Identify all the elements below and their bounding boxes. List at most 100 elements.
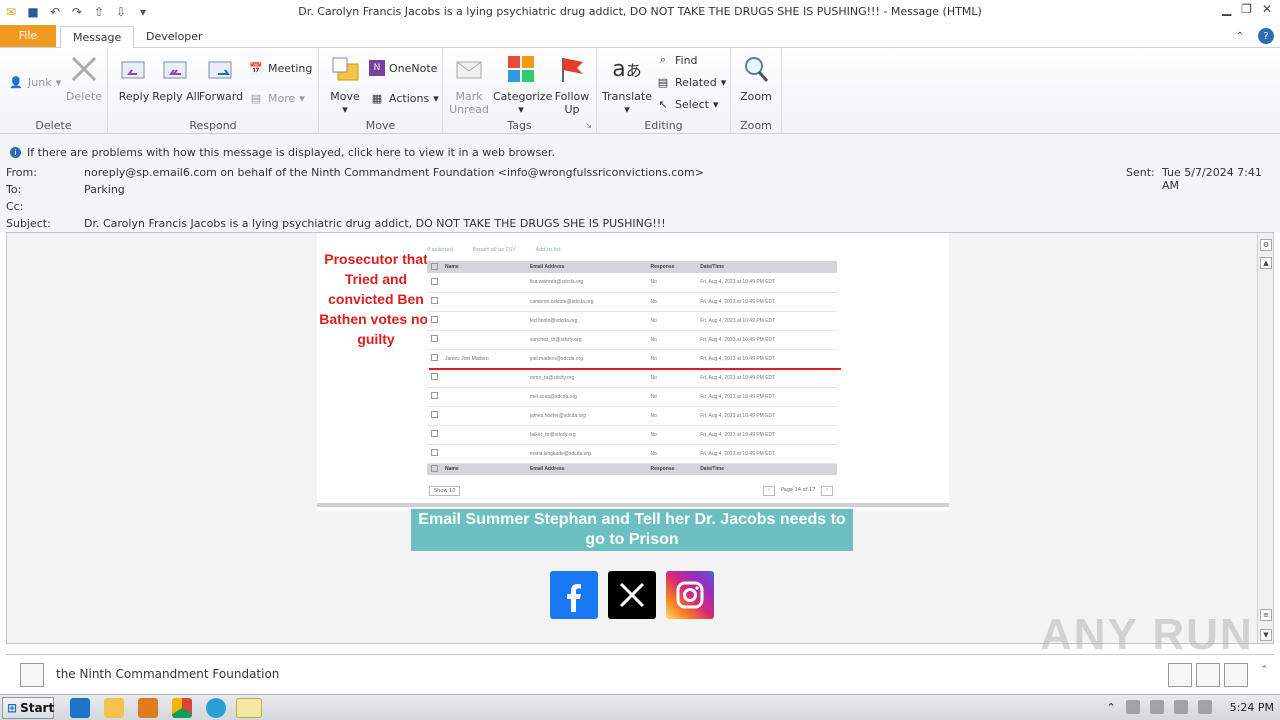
restore-icon[interactable]: ❐ — [1241, 2, 1252, 16]
table-cell-email: cameron.celeste@sdcda.org — [525, 292, 647, 312]
junk-button[interactable]: 👤 Junk ▾ — [8, 72, 61, 92]
people-thumbnails — [1168, 663, 1248, 687]
message-body[interactable]: Prosecutor that Tried and convicted Ben … — [6, 232, 1274, 644]
table-cell-name — [441, 387, 526, 407]
person-thumb[interactable] — [1196, 663, 1220, 687]
instagram-icon[interactable] — [666, 571, 714, 619]
find-button[interactable]: ⌕ Find — [655, 50, 698, 70]
people-pane-name[interactable]: the Ninth Commandment Foundation — [56, 667, 279, 681]
group-label-zoom: Zoom — [740, 119, 772, 132]
actions-icon: ▦ — [371, 91, 383, 105]
table-cell-name — [441, 425, 526, 445]
table-row: mel.sosa@sdcda.org No Fri, Aug 4, 2023 at … — [427, 387, 837, 407]
table-cell-email: romo_ta@sdcity.org — [525, 368, 647, 388]
table-cell-email: james.hoefer@sdcda.org — [525, 406, 647, 426]
minimize-icon[interactable]: ▁ — [1222, 2, 1231, 16]
media-player-icon[interactable] — [138, 698, 158, 718]
person-thumb[interactable] — [1168, 663, 1192, 687]
scroll-grip-icon[interactable]: ≡ — [1260, 609, 1272, 621]
facebook-icon[interactable] — [550, 571, 598, 619]
table-cell-date: Fri, Aug 4, 2023 at 10:49 PM EDT — [696, 311, 837, 331]
start-button[interactable]: ⊞ Start — [2, 697, 54, 719]
table-cell-date: Fri, Aug 4, 2023 at 10:49 PM EDT — [696, 387, 837, 407]
flag-tray-icon[interactable] — [1197, 700, 1212, 714]
person-thumb[interactable] — [1224, 663, 1248, 687]
to-value[interactable]: Parking — [84, 183, 125, 196]
to-label: To: — [6, 183, 22, 196]
tab-message[interactable]: Message — [60, 26, 135, 48]
table-row: cameron.celeste@sdcda.org No Fri, Aug 4, 2… — [427, 292, 837, 312]
cta-banner[interactable]: Email Summer Stephan and Tell her Dr. Ja… — [411, 509, 853, 551]
table-cell-date: Fri, Aug 4, 2023 at 10:49 PM EDT — [696, 444, 837, 464]
onenote-button[interactable]: N OneNote — [369, 58, 437, 78]
table-row: sanchez_th@sdcity.org No Fri, Aug 4, 2023 … — [427, 330, 837, 350]
forward-button[interactable]: Forward — [195, 52, 247, 103]
ribbon-help-controls: ⌃ ? — [1232, 28, 1274, 44]
close-icon[interactable]: ✕ — [1262, 2, 1272, 16]
vertical-scrollbar[interactable]: ⚙ ▲ ≡ ▼ — [1257, 233, 1273, 643]
delete-button[interactable]: Delete — [58, 52, 110, 103]
meeting-button[interactable]: 📅 Meeting — [248, 58, 312, 78]
select-button[interactable]: ↖ Select ▾ — [655, 94, 718, 114]
sender-avatar[interactable] — [20, 663, 44, 687]
table-cell-name — [441, 330, 526, 350]
edge-icon[interactable] — [206, 698, 226, 718]
move-button[interactable]: Move ▾ — [319, 52, 371, 116]
clock[interactable]: 5:24 PM — [1230, 701, 1274, 714]
translate-button[interactable]: aあ Translate ▾ — [601, 52, 653, 117]
table-row: romo_ta@sdcity.org No Fri, Aug 4, 2023 at … — [427, 368, 837, 388]
junk-icon: 👤 — [9, 75, 23, 89]
ie-icon[interactable] — [70, 698, 90, 718]
chrome-icon[interactable] — [172, 698, 192, 718]
x-twitter-icon[interactable] — [608, 571, 656, 619]
table-cell-email: maria.kingkade@sdcda.org — [525, 444, 647, 464]
volume-icon[interactable] — [1173, 700, 1188, 714]
tray-icon[interactable] — [1125, 700, 1140, 714]
folder-move-icon — [328, 52, 362, 86]
scroll-down-icon[interactable]: ▼ — [1260, 629, 1272, 641]
more-button[interactable]: ▤ More ▾ — [248, 88, 305, 108]
display-notice[interactable]: i If there are problems with how this me… — [10, 146, 555, 159]
categorize-button[interactable]: Categorize ▾ — [493, 52, 552, 116]
window-title: Dr. Carolyn Francis Jacobs is a lying ps… — [298, 5, 982, 18]
envelope-icon — [452, 52, 486, 86]
table-row: lisa.weinreb@sdcda.org No Fri, Aug 4, 2023… — [427, 273, 837, 293]
system-tray: ⌃ 5:24 PM — [1106, 700, 1274, 714]
related-button[interactable]: ▤ Related ▾ — [655, 72, 727, 92]
scroll-up-icon[interactable]: ▲ — [1260, 257, 1272, 269]
mark-unread-button[interactable]: Mark Unread — [443, 52, 495, 116]
table-cell-email: sanchez_th@sdcity.org — [525, 330, 647, 350]
embedded-pager: Show 10 ‹ Page 14 of 17 › — [427, 483, 837, 499]
dialog-launcher-icon[interactable]: ↘ — [585, 121, 592, 130]
group-zoom: Zoom Zoom — [731, 48, 782, 134]
table-cell-name: James Joel Madero — [441, 349, 526, 369]
tab-file[interactable]: File — [0, 25, 56, 47]
subject-label: Subject: — [6, 217, 51, 230]
group-label-move: Move — [365, 119, 396, 132]
group-respond: Reply Reply All Forward 📅 Meeting ▤ More ▾ … — [108, 48, 319, 134]
help-icon[interactable]: ? — [1258, 28, 1274, 44]
flag-icon — [555, 52, 589, 86]
table-cell-date: Fri, Aug 4, 2023 at 10:49 PM EDT — [696, 273, 837, 293]
follow-up-button[interactable]: Follow Up — [546, 52, 598, 116]
table-cell-date: Fri, Aug 4, 2023 at 10:49 PM EDT — [696, 425, 837, 445]
scroll-settings-icon[interactable]: ⚙ — [1260, 239, 1272, 251]
outlook-task-icon[interactable] — [236, 698, 262, 718]
table-cell-name — [441, 368, 526, 388]
tray-expand-icon[interactable]: ⌃ — [1106, 701, 1115, 714]
from-label: From: — [6, 166, 37, 179]
from-value[interactable]: noreply@sp.email6.com on behalf of the N… — [84, 166, 704, 179]
tab-developer[interactable]: Developer — [134, 26, 215, 48]
calendar-icon: 📅 — [249, 61, 263, 75]
network-icon[interactable] — [1149, 700, 1164, 714]
collapse-ribbon-icon[interactable]: ⌃ — [1232, 28, 1248, 44]
table-cell-date: Fri, Aug 4, 2023 at 10:49 PM EDT — [696, 330, 837, 350]
zoom-button[interactable]: Zoom — [731, 52, 781, 103]
show-select: Show 10 — [429, 486, 461, 496]
forward-icon — [204, 52, 238, 86]
explorer-icon[interactable] — [104, 698, 124, 718]
actions-button[interactable]: ▦ Actions ▾ — [369, 88, 439, 108]
expand-people-pane-icon[interactable]: ⌃ — [1260, 665, 1268, 675]
table-cell-date: Fri, Aug 4, 2023 at 10:49 PM EDT — [696, 349, 837, 369]
prev-page-icon: ‹ — [763, 486, 775, 496]
